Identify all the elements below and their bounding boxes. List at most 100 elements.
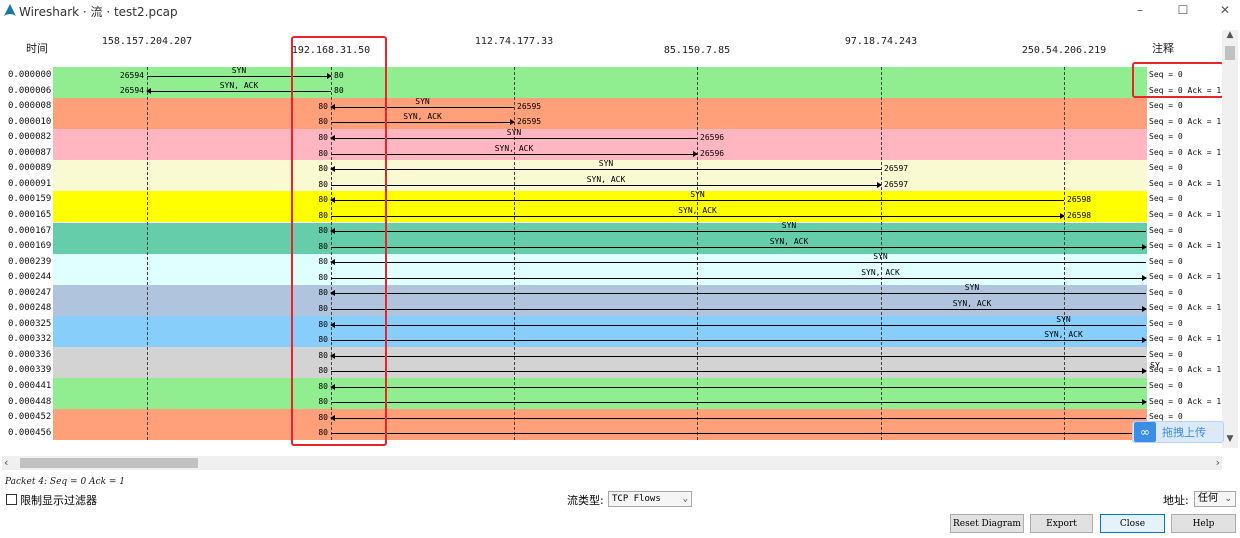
packet-arrow[interactable] bbox=[331, 430, 1147, 436]
packet-arrow[interactable] bbox=[330, 104, 514, 110]
row-note[interactable]: Seq = 0 bbox=[1149, 348, 1183, 362]
row-note[interactable]: Seq = 0 Ack = 1 bbox=[1149, 115, 1221, 129]
help-button[interactable]: Help bbox=[1171, 514, 1236, 533]
row-time[interactable]: 0.000456 bbox=[8, 426, 51, 440]
row-time[interactable]: 0.000452 bbox=[8, 410, 51, 424]
row-note[interactable]: Seq = 0 Ack = 1 bbox=[1149, 208, 1221, 222]
packet-arrow[interactable] bbox=[331, 213, 1065, 219]
address-select[interactable]: 任何 ⌄ bbox=[1194, 491, 1236, 507]
horizontal-scroll-thumb[interactable] bbox=[20, 458, 198, 468]
packet-arrow[interactable] bbox=[331, 182, 882, 188]
packet-arrow[interactable] bbox=[330, 135, 697, 141]
row-time[interactable]: 0.000091 bbox=[8, 177, 51, 191]
packet-arrow[interactable] bbox=[331, 306, 1147, 312]
packet-arrow[interactable] bbox=[330, 197, 1064, 203]
row-time[interactable]: 0.000167 bbox=[8, 224, 51, 238]
row-note[interactable]: Seq = 0 Ack = 1 bbox=[1149, 239, 1221, 253]
flow-band[interactable] bbox=[53, 191, 1147, 223]
scroll-down-icon[interactable]: ▼ bbox=[1222, 434, 1238, 448]
row-time[interactable]: 0.000339 bbox=[8, 363, 51, 377]
packet-arrow[interactable] bbox=[331, 119, 515, 125]
row-note[interactable]: Seq = 0 bbox=[1149, 317, 1183, 331]
row-note[interactable]: Seq = 0 Ack = 1 bbox=[1149, 270, 1221, 284]
row-time[interactable]: 0.000165 bbox=[8, 208, 51, 222]
row-time[interactable]: 0.000082 bbox=[8, 130, 51, 144]
flow-diagram[interactable]: 时间 注释 158.157.204.207 192.168.31.50 112.74… bbox=[2, 30, 1222, 448]
maximize-button[interactable]: ☐ bbox=[1163, 0, 1203, 20]
packet-arrow[interactable] bbox=[331, 368, 1147, 374]
scroll-up-icon[interactable]: ▲ bbox=[1222, 30, 1238, 44]
packet-arrow[interactable] bbox=[330, 322, 1146, 328]
packet-arrow[interactable] bbox=[330, 353, 1146, 359]
row-time[interactable]: 0.000000 bbox=[8, 68, 51, 82]
row-time[interactable]: 0.000010 bbox=[8, 115, 51, 129]
packet-arrow[interactable] bbox=[146, 88, 331, 94]
row-note[interactable]: Seq = 0 Ack = 1 bbox=[1149, 177, 1221, 191]
row-note[interactable]: Seq = 0 bbox=[1149, 161, 1183, 175]
row-time[interactable]: 0.000008 bbox=[8, 99, 51, 113]
export-button[interactable]: Export bbox=[1030, 514, 1093, 533]
row-note[interactable]: Seq = 0 bbox=[1149, 255, 1183, 269]
row-time[interactable]: 0.000248 bbox=[8, 301, 51, 315]
row-note[interactable]: Seq = 0 Ack = 1 bbox=[1149, 363, 1221, 377]
scroll-right-icon[interactable]: › bbox=[1216, 456, 1220, 469]
packet-arrow[interactable] bbox=[330, 166, 881, 172]
flow-band[interactable] bbox=[53, 346, 1147, 378]
row-note[interactable]: Seq = 0 Ack = 1 bbox=[1149, 146, 1221, 160]
row-time[interactable]: 0.000441 bbox=[8, 379, 51, 393]
close-window-button[interactable]: ✕ bbox=[1205, 0, 1240, 20]
flow-band[interactable] bbox=[53, 129, 1147, 161]
row-time[interactable]: 0.000006 bbox=[8, 84, 51, 98]
row-note[interactable]: Seq = 0 Ack = 1 bbox=[1149, 395, 1221, 409]
upload-badge[interactable]: ∞ 拖拽上传 bbox=[1132, 421, 1224, 443]
vertical-scroll-thumb[interactable] bbox=[1225, 46, 1235, 60]
row-note[interactable]: Seq = 0 bbox=[1149, 224, 1183, 238]
row-note[interactable]: Seq = 0 bbox=[1149, 286, 1183, 300]
limit-filter-checkbox[interactable] bbox=[6, 494, 17, 505]
packet-arrow[interactable] bbox=[330, 384, 1146, 390]
flow-band[interactable] bbox=[53, 409, 1147, 441]
flow-band[interactable] bbox=[53, 378, 1147, 410]
row-time[interactable]: 0.000332 bbox=[8, 332, 51, 346]
packet-arrow[interactable] bbox=[330, 228, 1146, 234]
horizontal-scrollbar[interactable]: ‹ › bbox=[2, 456, 1222, 470]
row-time[interactable]: 0.000159 bbox=[8, 192, 51, 206]
row-time[interactable]: 0.000089 bbox=[8, 161, 51, 175]
row-note[interactable]: Seq = 0 bbox=[1149, 68, 1183, 82]
packet-arrow[interactable] bbox=[330, 259, 1146, 265]
row-note[interactable]: Seq = 0 Ack = 1 bbox=[1149, 84, 1221, 98]
row-time[interactable]: 0.000087 bbox=[8, 146, 51, 160]
flow-band[interactable] bbox=[53, 98, 1147, 130]
packet-arrow[interactable] bbox=[331, 399, 1147, 405]
row-time[interactable]: 0.000247 bbox=[8, 286, 51, 300]
flow-band[interactable] bbox=[53, 222, 1147, 254]
row-note[interactable]: Seq = 0 Ack = 1 bbox=[1149, 332, 1221, 346]
row-note[interactable]: Seq = 0 bbox=[1149, 379, 1183, 393]
row-note[interactable]: Seq = 0 bbox=[1149, 192, 1183, 206]
packet-arrow[interactable] bbox=[330, 415, 1146, 421]
row-note[interactable]: Seq = 0 Ack = 1 bbox=[1149, 301, 1221, 315]
row-note[interactable]: Seq = 0 bbox=[1149, 99, 1183, 113]
row-time[interactable]: 0.000239 bbox=[8, 255, 51, 269]
packet-arrow[interactable] bbox=[331, 151, 698, 157]
scroll-left-icon[interactable]: ‹ bbox=[4, 456, 8, 469]
flow-band[interactable] bbox=[53, 67, 1147, 99]
close-button[interactable]: Close bbox=[1100, 514, 1165, 533]
vertical-scrollbar[interactable]: ▲ ▼ bbox=[1222, 30, 1238, 448]
row-time[interactable]: 0.000244 bbox=[8, 270, 51, 284]
minimize-button[interactable]: – bbox=[1120, 0, 1160, 20]
packet-arrow[interactable] bbox=[331, 244, 1147, 250]
flow-band[interactable] bbox=[53, 315, 1147, 347]
packet-arrow[interactable] bbox=[147, 73, 332, 79]
row-time[interactable]: 0.000336 bbox=[8, 348, 51, 362]
row-note[interactable]: Seq = 0 bbox=[1149, 130, 1183, 144]
row-time[interactable]: 0.000169 bbox=[8, 239, 51, 253]
row-time[interactable]: 0.000325 bbox=[8, 317, 51, 331]
packet-arrow[interactable] bbox=[331, 337, 1147, 343]
packet-arrow[interactable] bbox=[330, 290, 1146, 296]
flow-band[interactable] bbox=[53, 253, 1147, 285]
row-time[interactable]: 0.000448 bbox=[8, 395, 51, 409]
packet-arrow[interactable] bbox=[331, 275, 1147, 281]
reset-diagram-button[interactable]: Reset Diagram bbox=[950, 514, 1024, 533]
limit-filter-label[interactable]: 限制显示过滤器 bbox=[20, 492, 97, 508]
